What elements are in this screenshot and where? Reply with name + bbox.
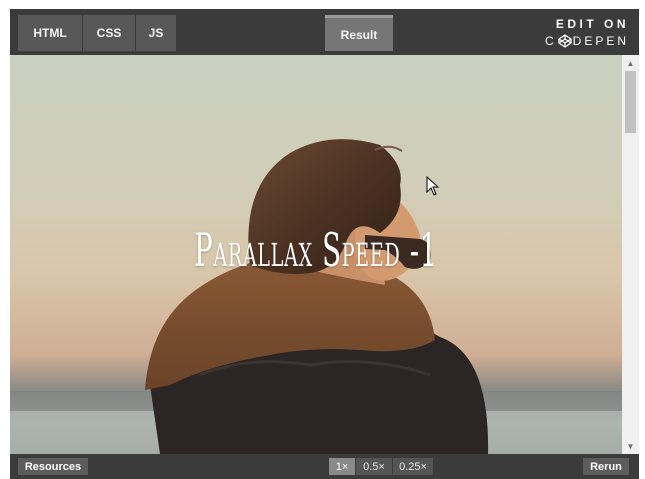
codepen-wordmark: C DEPEN [533,34,629,48]
top-bar: HTML CSS JS Result EDIT ON C DEPEN [10,9,639,55]
tab-js[interactable]: JS [136,15,176,51]
scroll-down-arrow-icon[interactable]: ▼ [622,439,639,453]
edit-on-label: EDIT ON [555,17,629,31]
scroll-thumb[interactable] [625,71,636,133]
resources-button[interactable]: Resources [18,458,88,475]
tab-css[interactable]: CSS [83,15,135,51]
bottom-bar: Resources 1× 0.5× 0.25× Rerun [10,454,639,479]
parallax-heading: Parallax Speed -1 [194,223,438,277]
tab-html[interactable]: HTML [18,15,82,51]
edit-on-codepen-link[interactable]: EDIT ON C DEPEN [533,17,629,48]
codepen-embed: HTML CSS JS Result EDIT ON C DEPEN Paral… [10,9,639,479]
rerun-button[interactable]: Rerun [583,458,629,475]
zoom-0-25x-button[interactable]: 0.25× [393,458,433,475]
vertical-scrollbar[interactable]: ▲ ▼ [622,55,639,454]
codepen-wordmark-right: DEPEN [572,34,629,48]
zoom-controls: 1× 0.5× 0.25× [329,458,434,475]
zoom-1x-button[interactable]: 1× [329,458,355,475]
codepen-logo-icon [558,34,572,48]
zoom-0-5x-button[interactable]: 0.5× [356,458,392,475]
result-preview[interactable]: Parallax Speed -1 [10,55,622,454]
codepen-wordmark-left: C [544,34,557,48]
scroll-up-arrow-icon[interactable]: ▲ [622,56,639,70]
tab-result[interactable]: Result [325,15,393,51]
mouse-pointer-icon [426,176,440,196]
